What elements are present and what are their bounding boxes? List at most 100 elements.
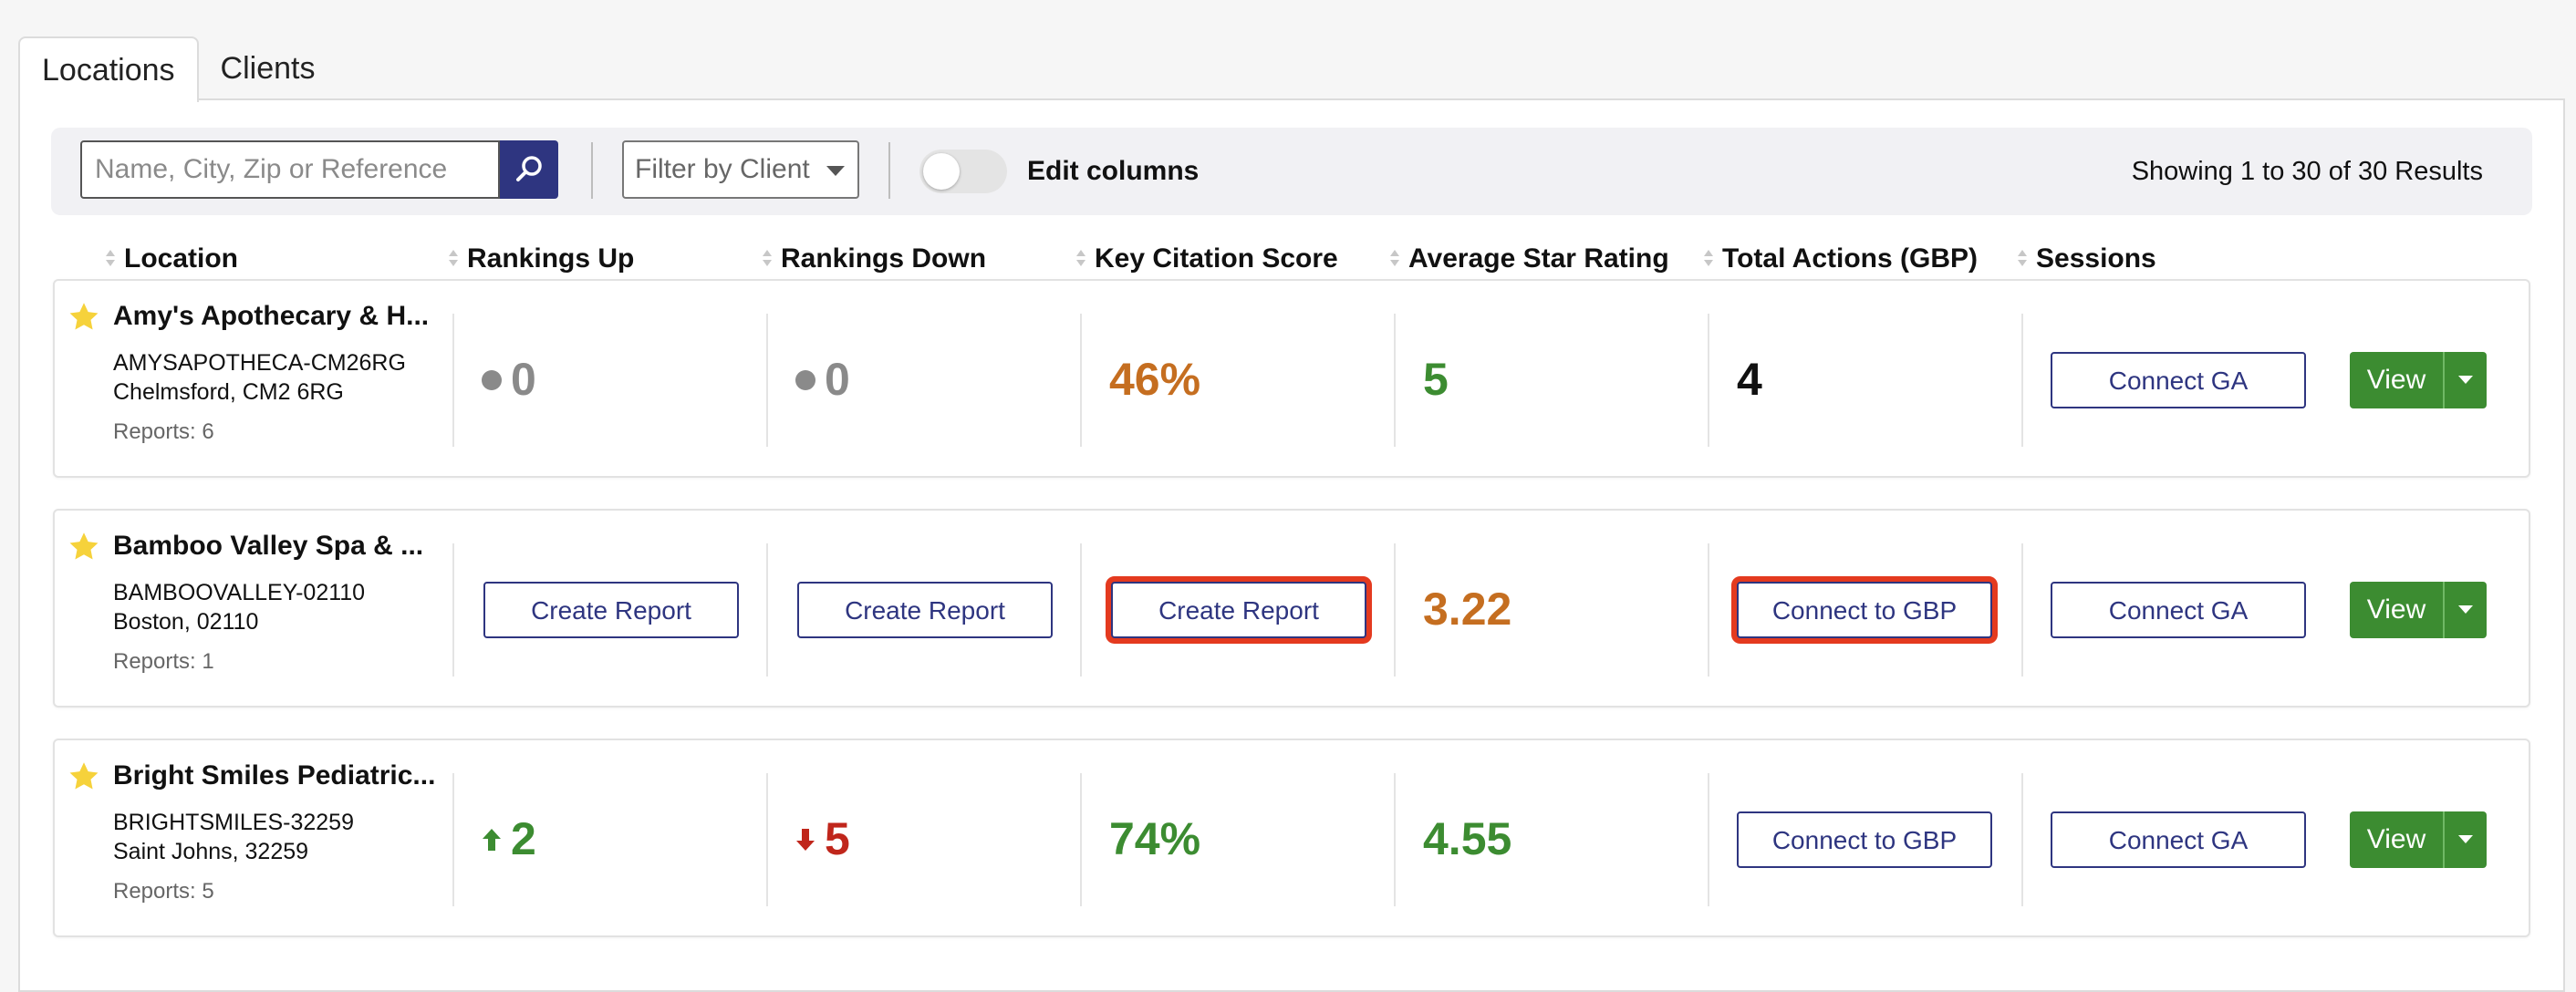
connect-to-gbp-button[interactable]: Connect to GBP <box>1737 811 1992 868</box>
key-citation-score-value: 74% <box>1109 813 1201 864</box>
location-reports: Reports: 6 <box>113 419 214 444</box>
cell-divider <box>1708 314 1709 447</box>
view-button[interactable]: View <box>2350 352 2443 408</box>
location-reference: BAMBOOVALLEY-02110 <box>113 580 366 605</box>
location-name[interactable]: Amy's Apothecary & H... <box>113 301 429 332</box>
client-filter-select[interactable]: Filter by Client <box>622 140 859 199</box>
sort-icon[interactable] <box>106 250 115 268</box>
view-button-group: View <box>2350 811 2487 868</box>
cell-divider <box>2021 543 2023 677</box>
table-row: Amy's Apothecary & H... AMYSAPOTHECA-CM2… <box>53 279 2530 478</box>
rankings-up-number: 2 <box>511 813 536 864</box>
star-icon[interactable] <box>68 531 100 563</box>
total-actions-value: 4 <box>1737 354 1762 405</box>
average-star-rating-value: 4.55 <box>1423 813 1512 864</box>
table-row: Bamboo Valley Spa & ... BAMBOOVALLEY-021… <box>53 509 2530 708</box>
connect-ga-button[interactable]: Connect GA <box>2051 352 2306 408</box>
rankings-down-value: 0 <box>795 350 850 408</box>
column-header-total-actions[interactable]: Total Actions (GBP) <box>1722 239 1978 279</box>
sort-icon[interactable] <box>2018 250 2027 268</box>
column-header-rankings-down[interactable]: Rankings Down <box>781 239 986 279</box>
column-header-sessions[interactable]: Sessions <box>2036 239 2156 279</box>
location-name[interactable]: Bamboo Valley Spa & ... <box>113 531 423 562</box>
key-citation-score-value: 46% <box>1109 354 1201 405</box>
tab-locations[interactable]: Locations <box>18 36 199 102</box>
column-header-rankings-up[interactable]: Rankings Up <box>467 239 634 279</box>
search-input[interactable] <box>82 142 498 197</box>
rankings-down-value: 5 <box>795 810 850 868</box>
toolbar: Filter by Client Edit columns Showing 1 … <box>51 128 2532 215</box>
cell-divider <box>452 543 454 677</box>
view-button-group: View <box>2350 582 2487 638</box>
edit-columns-label: Edit columns <box>1027 156 1200 186</box>
column-header-average-star-rating[interactable]: Average Star Rating <box>1408 239 1669 279</box>
cell-divider <box>1708 543 1709 677</box>
connect-to-gbp-button[interactable]: Connect to GBP <box>1737 582 1992 638</box>
sort-icon[interactable] <box>1704 250 1713 268</box>
sort-icon[interactable] <box>1076 250 1085 268</box>
toggle-knob <box>923 153 960 190</box>
sort-icon[interactable] <box>1390 250 1399 268</box>
column-header-location[interactable]: Location <box>124 239 238 279</box>
cell-divider <box>2021 314 2023 447</box>
cell-divider <box>1080 773 1082 906</box>
cell-divider <box>1080 543 1082 677</box>
search-box <box>80 140 500 199</box>
arrow-up-icon <box>483 828 501 851</box>
tab-bar: Locations Clients <box>18 36 338 102</box>
cell-divider <box>452 773 454 906</box>
results-count: Showing 1 to 30 of 30 Results <box>2131 157 2483 186</box>
location-name[interactable]: Bright Smiles Pediatric... <box>113 760 435 791</box>
connect-ga-button[interactable]: Connect GA <box>2051 582 2306 638</box>
cell-divider <box>1394 314 1396 447</box>
neutral-dot-icon <box>795 369 815 390</box>
rankings-down-number: 5 <box>825 813 850 864</box>
star-icon[interactable] <box>68 760 100 793</box>
view-button[interactable]: View <box>2350 582 2443 638</box>
toolbar-divider <box>888 142 890 199</box>
location-city: Boston, 02110 <box>113 609 259 635</box>
neutral-dot-icon <box>482 369 502 390</box>
table-header: Location Rankings Up Rankings Down Key C… <box>0 239 2576 279</box>
view-button[interactable]: View <box>2350 811 2443 868</box>
client-filter-label: Filter by Client <box>635 154 810 184</box>
toolbar-divider <box>591 142 593 199</box>
column-header-key-citation-score[interactable]: Key Citation Score <box>1095 239 1338 279</box>
sort-icon[interactable] <box>763 250 772 268</box>
tab-clients[interactable]: Clients <box>199 36 338 100</box>
cell-divider <box>766 543 768 677</box>
view-dropdown-button[interactable] <box>2443 811 2487 868</box>
create-report-button[interactable]: Create Report <box>797 582 1053 638</box>
sort-icon[interactable] <box>449 250 458 268</box>
star-icon[interactable] <box>68 301 100 334</box>
chevron-down-icon <box>2458 376 2473 384</box>
rankings-up-value: 2 <box>482 810 536 868</box>
edit-columns-toggle[interactable] <box>919 150 1007 193</box>
location-reference: BRIGHTSMILES-32259 <box>113 810 354 835</box>
location-city: Saint Johns, 32259 <box>113 839 309 864</box>
location-reports: Reports: 5 <box>113 879 214 904</box>
table-row: Bright Smiles Pediatric... BRIGHTSMILES-… <box>53 739 2530 937</box>
search-icon <box>516 156 542 181</box>
create-report-button[interactable]: Create Report <box>1111 582 1366 638</box>
cell-divider <box>2021 773 2023 906</box>
cell-divider <box>1080 314 1082 447</box>
average-star-rating-value: 5 <box>1423 354 1449 405</box>
view-button-group: View <box>2350 352 2487 408</box>
connect-ga-button[interactable]: Connect GA <box>2051 811 2306 868</box>
cell-divider <box>452 314 454 447</box>
average-star-rating-value: 3.22 <box>1423 584 1512 635</box>
cell-divider <box>1394 543 1396 677</box>
location-reports: Reports: 1 <box>113 649 214 674</box>
chevron-down-icon <box>2458 835 2473 843</box>
cell-divider <box>766 314 768 447</box>
view-dropdown-button[interactable] <box>2443 352 2487 408</box>
chevron-down-icon <box>826 166 845 176</box>
location-reference: AMYSAPOTHECA-CM26RG <box>113 350 406 376</box>
cell-divider <box>1394 773 1396 906</box>
search-button[interactable] <box>500 140 558 199</box>
create-report-button[interactable]: Create Report <box>483 582 739 638</box>
view-dropdown-button[interactable] <box>2443 582 2487 638</box>
cell-divider <box>1708 773 1709 906</box>
location-city: Chelmsford, CM2 6RG <box>113 379 344 405</box>
